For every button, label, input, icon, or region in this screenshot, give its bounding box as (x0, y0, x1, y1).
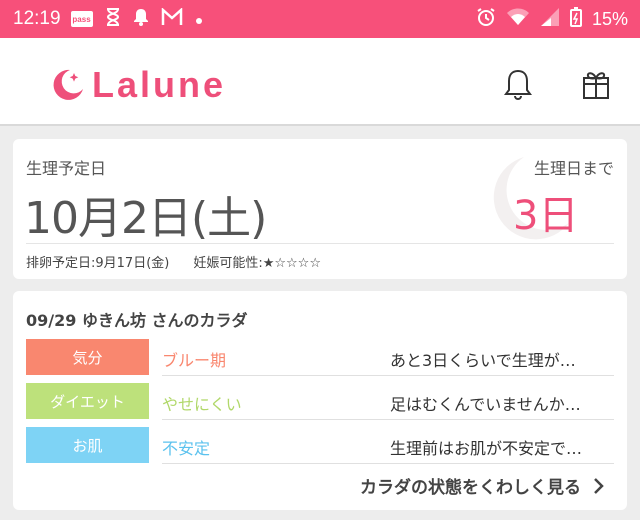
condition-status: ブルー期 (162, 351, 227, 370)
body-condition-title: 09/29 ゆきん坊 さんのカラダ (26, 311, 248, 330)
condition-row-mood[interactable]: 気分 ブルー期 あと3日くらいで生理が… (26, 339, 614, 376)
alarm-icon (476, 7, 496, 31)
condition-tag: 気分 (26, 339, 149, 375)
divider (26, 243, 614, 244)
condition-status: やせにくい (162, 395, 242, 414)
condition-description: あと3日くらいで生理が… (390, 351, 576, 370)
row-divider (162, 419, 614, 420)
period-footer: 排卵予定日:9月17日(金) 妊娠可能性:★☆☆☆☆ (26, 252, 321, 271)
app-header: Lalune (0, 38, 640, 126)
battery-percent: 15% (591, 8, 628, 29)
period-card[interactable]: 生理予定日 10月2日(土) 生理日まで 3日 排卵予定日:9月17日(金) 妊娠… (13, 139, 627, 279)
days-until-label: 生理日まで (533, 159, 614, 178)
wifi-icon (506, 7, 530, 31)
condition-description: 生理前はお肌が不安定で… (390, 439, 583, 458)
logo-text: Lalune (92, 64, 227, 105)
dot-icon (195, 10, 203, 29)
view-details-link[interactable]: カラダの状態をくわしく見る (360, 473, 605, 498)
pass-icon: pass (70, 11, 93, 27)
moon-logo-icon (53, 69, 83, 100)
condition-tag: お肌 (26, 427, 149, 463)
days-until-value: 3日 (513, 193, 579, 239)
bell-icon (133, 8, 149, 30)
condition-description: 足はむくんでいませんか… (390, 395, 581, 414)
status-time: 12:19 (13, 8, 61, 29)
ovulation-date: 排卵予定日:9月17日(金) (26, 256, 170, 271)
row-divider (162, 463, 614, 464)
pregnancy-chance: 妊娠可能性:★☆☆☆☆ (193, 256, 321, 271)
period-label: 生理予定日 (26, 159, 107, 178)
condition-status: 不安定 (162, 439, 211, 458)
gift-button[interactable] (576, 64, 616, 104)
condition-tag: ダイエット (26, 383, 149, 419)
notification-bell-icon (504, 69, 532, 100)
view-details-label: カラダの状態をくわしく見る (360, 478, 581, 498)
condition-row-diet[interactable]: ダイエット やせにくい 足はむくんでいませんか… (26, 383, 614, 420)
app-logo: Lalune (50, 64, 226, 106)
body-condition-card: 09/29 ゆきん坊 さんのカラダ 気分 ブルー期 あと3日くらいで生理が… ダ… (13, 291, 627, 510)
gift-icon (583, 72, 609, 99)
signal-icon (540, 7, 560, 31)
period-date: 10月2日(土) (24, 193, 267, 244)
gmail-icon (161, 7, 183, 30)
battery-icon (569, 7, 582, 31)
condition-row-skin[interactable]: お肌 不安定 生理前はお肌が不安定で… (26, 427, 614, 464)
notification-button[interactable] (498, 64, 538, 104)
row-divider (162, 375, 614, 376)
status-bar: 12:19 pass 15% (0, 0, 640, 38)
hourglass-icon (105, 8, 121, 30)
chevron-right-icon (594, 477, 604, 494)
